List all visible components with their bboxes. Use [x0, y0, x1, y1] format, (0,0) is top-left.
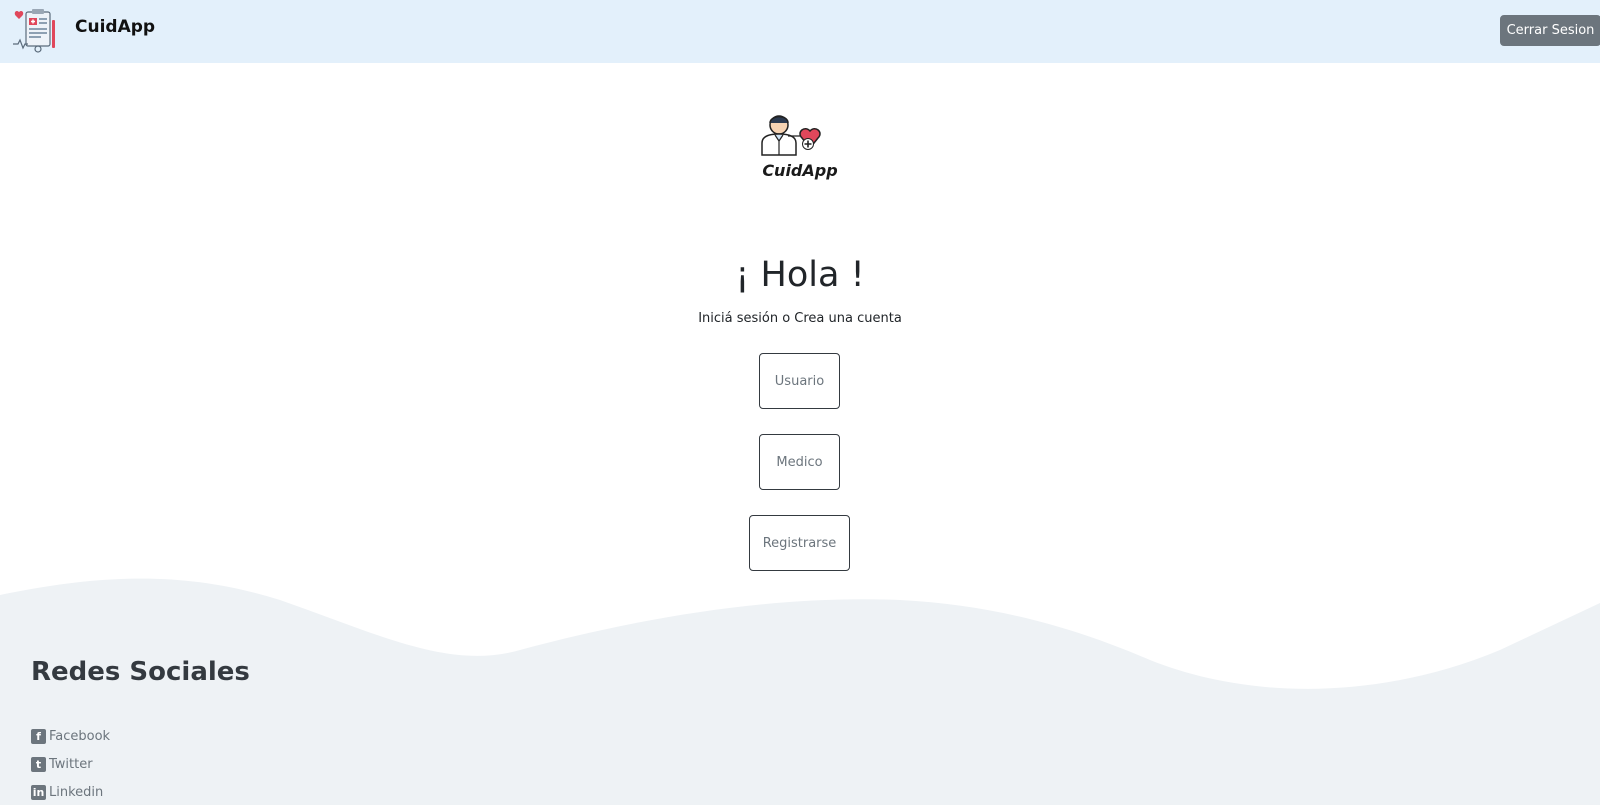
- registrarse-button[interactable]: Registrarse: [749, 515, 850, 571]
- facebook-icon: f: [31, 728, 46, 744]
- footer-title: Redes Sociales: [31, 657, 250, 687]
- twitter-link[interactable]: t Twitter: [31, 755, 93, 773]
- top-navbar: CuidApp Cerrar Sesion: [0, 0, 1600, 63]
- linkedin-label: Linkedin: [49, 784, 104, 800]
- brand-name-link[interactable]: CuidApp: [75, 17, 155, 37]
- medical-clipboard-logo-icon[interactable]: [12, 8, 60, 54]
- hero-logo-text: CuidApp: [762, 161, 838, 180]
- greeting-heading: ¡ Hola !: [735, 255, 865, 295]
- twitter-label: Twitter: [49, 756, 93, 772]
- medico-button[interactable]: Medico: [759, 434, 840, 490]
- usuario-button[interactable]: Usuario: [759, 353, 840, 409]
- twitter-icon: t: [31, 756, 46, 772]
- footer-wave-background: [0, 578, 1600, 805]
- linkedin-icon: in: [31, 784, 46, 800]
- linkedin-link[interactable]: in Linkedin: [31, 783, 103, 801]
- facebook-label: Facebook: [49, 728, 111, 744]
- facebook-link[interactable]: f Facebook: [31, 727, 110, 745]
- logout-button[interactable]: Cerrar Sesion: [1500, 15, 1600, 46]
- doctor-heart-logo-icon: [761, 115, 821, 156]
- login-subtitle: Iniciá sesión o Crea una cuenta: [698, 311, 902, 326]
